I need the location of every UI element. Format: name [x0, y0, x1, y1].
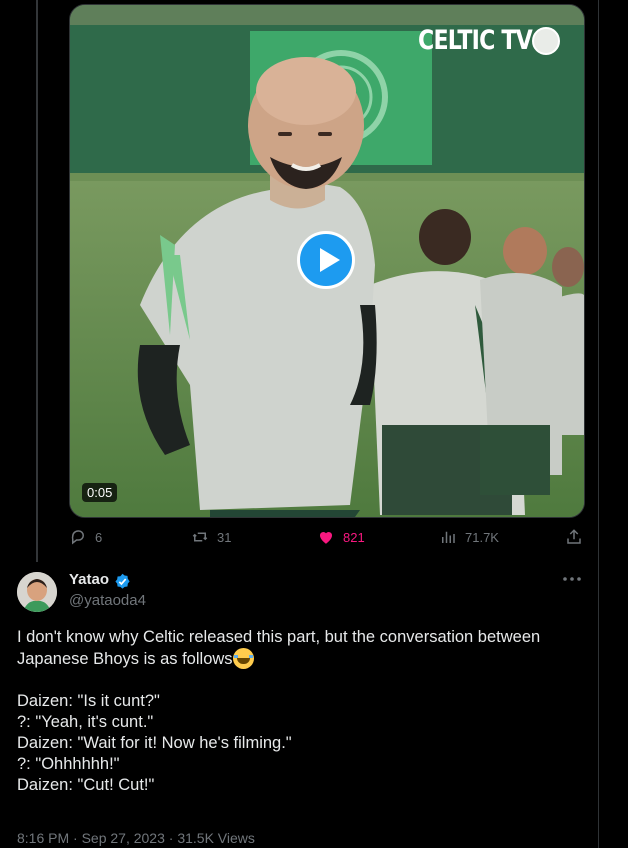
like-button[interactable]: 821: [317, 528, 365, 546]
repost-count: 31: [217, 529, 232, 545]
reply-count: 6: [95, 529, 103, 545]
reply-button[interactable]: 6: [69, 528, 102, 546]
timeline-border: [598, 0, 599, 848]
video-duration: 0:05: [82, 483, 118, 502]
thread-connector-line: [36, 0, 38, 562]
celtic-tv-watermark: CELTIC TV: [418, 25, 533, 56]
dialogue-line: ?: "Ohhhhhh!": [17, 755, 120, 773]
dialogue-line: Daizen: "Is it cunt?": [17, 692, 160, 710]
heart-icon: [319, 531, 333, 544]
tweet-timestamp[interactable]: 8:16 PM · Sep 27, 2023 · 31.5K Views: [17, 830, 577, 848]
views-icon: [442, 531, 455, 543]
share-button[interactable]: [565, 528, 583, 546]
play-button[interactable]: [297, 231, 355, 289]
share-icon: [567, 529, 581, 544]
dialogue-line: ?: "Yeah, it's cunt.": [17, 713, 154, 731]
more-options-icon[interactable]: [562, 574, 582, 584]
reply-icon: [71, 530, 84, 545]
like-count: 821: [343, 529, 365, 545]
avatar[interactable]: [17, 572, 57, 612]
author-name[interactable]: Yatao: [69, 571, 109, 588]
verified-badge-icon: [115, 573, 130, 589]
tweet-actions: 6 31 821 71.7K: [69, 528, 589, 550]
celtic-crest-icon: [532, 27, 560, 55]
author-handle[interactable]: @yataoda4: [69, 592, 146, 609]
view-count: 71.7K: [465, 529, 499, 545]
tweet-text: I don't know why Celtic released this pa…: [17, 627, 587, 796]
views-button[interactable]: 71.7K: [439, 528, 499, 546]
video-player[interactable]: CELTIC TV 0:05: [69, 4, 585, 518]
dialogue-line: Daizen: "Wait for it! Now he's filming.": [17, 734, 292, 752]
avatar-image: [17, 572, 57, 612]
tears-of-joy-emoji-icon: [232, 648, 254, 669]
tweet-intro: I don't know why Celtic released this pa…: [17, 628, 541, 668]
dialogue-line: Daizen: "Cut! Cut!": [17, 776, 155, 794]
repost-icon: [192, 532, 208, 542]
repost-button[interactable]: 31: [191, 528, 231, 546]
